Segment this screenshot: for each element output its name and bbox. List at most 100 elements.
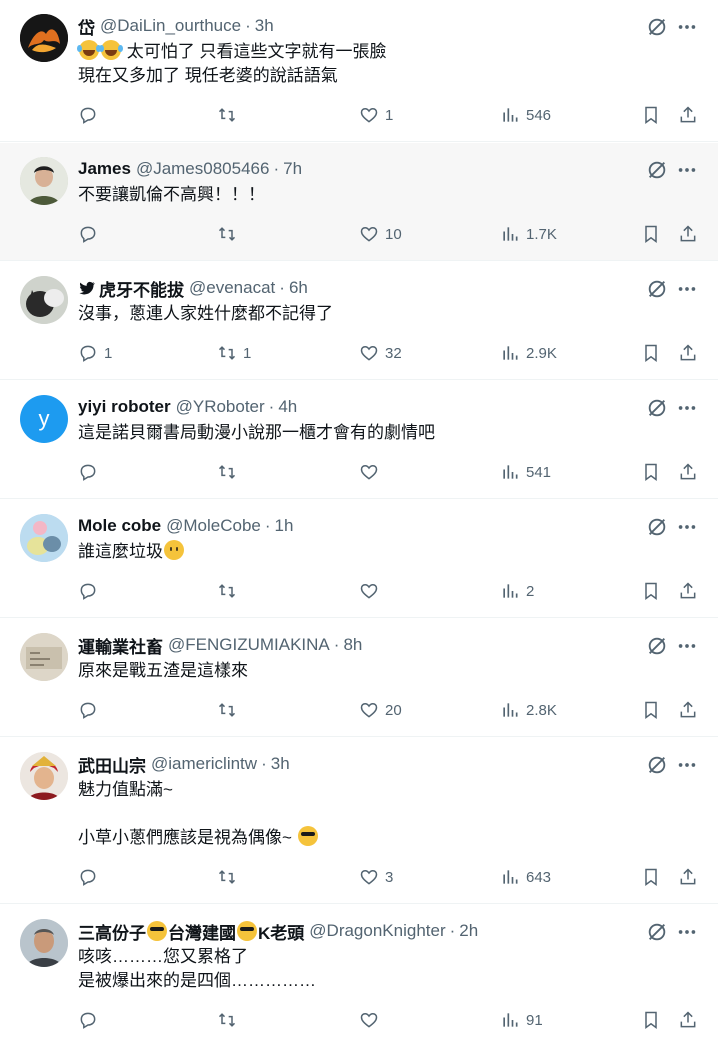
retweet-button[interactable]: 1 bbox=[217, 342, 251, 364]
tweet-reply[interactable]: 武田山宗 @iamericlintw · 3h 魅力值點滿~ 小草小蔥們應該是視… bbox=[0, 738, 718, 904]
more-icon[interactable] bbox=[676, 516, 698, 538]
views-button[interactable]: 541 bbox=[500, 461, 551, 483]
grok-icon[interactable] bbox=[646, 16, 668, 38]
bookmark-button[interactable] bbox=[641, 699, 667, 721]
avatar[interactable] bbox=[20, 157, 68, 205]
share-button[interactable] bbox=[678, 866, 704, 888]
tweet-reply[interactable]: 岱 @DaiLin_ourthuce · 3h 太可怕了 只看這些文字就有一張臉… bbox=[0, 0, 718, 142]
bookmark-button[interactable] bbox=[641, 223, 667, 245]
tweet-reply[interactable]: Mole cobe @MoleCobe · 1h 誰這麼垃圾 2 bbox=[0, 500, 718, 618]
grok-icon[interactable] bbox=[646, 516, 668, 538]
share-button[interactable] bbox=[678, 1009, 704, 1031]
views-button[interactable]: 2.8K bbox=[500, 699, 557, 721]
timestamp[interactable]: 8h bbox=[343, 635, 362, 655]
views-button[interactable]: 1.7K bbox=[500, 223, 557, 245]
more-icon[interactable] bbox=[676, 754, 698, 776]
views-button[interactable]: 2.9K bbox=[500, 342, 557, 364]
user-handle[interactable]: @YRoboter bbox=[176, 397, 265, 417]
bookmark-button[interactable] bbox=[641, 580, 667, 602]
retweet-button[interactable] bbox=[217, 104, 243, 126]
retweet-button[interactable] bbox=[217, 866, 243, 888]
avatar[interactable] bbox=[20, 276, 68, 324]
grok-icon[interactable] bbox=[646, 921, 668, 943]
timestamp[interactable]: 1h bbox=[275, 516, 294, 536]
more-icon[interactable] bbox=[676, 278, 698, 300]
bookmark-button[interactable] bbox=[641, 866, 667, 888]
retweet-button[interactable] bbox=[217, 1009, 243, 1031]
grok-icon[interactable] bbox=[646, 754, 668, 776]
like-button[interactable]: 1 bbox=[359, 104, 393, 126]
more-icon[interactable] bbox=[676, 635, 698, 657]
tweet-reply[interactable]: 運輸業社畜 @FENGIZUMIAKINA · 8h 原來是戰五渣是這樣來 20… bbox=[0, 619, 718, 737]
share-button[interactable] bbox=[678, 104, 704, 126]
like-button[interactable]: 20 bbox=[359, 699, 402, 721]
reply-button[interactable] bbox=[78, 580, 104, 602]
bookmark-button[interactable] bbox=[641, 342, 667, 364]
reply-button[interactable] bbox=[78, 104, 104, 126]
more-icon[interactable] bbox=[676, 159, 698, 181]
avatar[interactable] bbox=[20, 633, 68, 681]
avatar[interactable] bbox=[20, 514, 68, 562]
display-name[interactable]: yiyi roboter bbox=[78, 397, 171, 417]
more-icon[interactable] bbox=[676, 921, 698, 943]
user-handle[interactable]: @MoleCobe bbox=[166, 516, 261, 536]
reply-button[interactable] bbox=[78, 699, 104, 721]
grok-icon[interactable] bbox=[646, 278, 668, 300]
display-name[interactable]: James bbox=[78, 159, 131, 179]
grok-icon[interactable] bbox=[646, 397, 668, 419]
timestamp[interactable]: 3h bbox=[255, 16, 274, 36]
retweet-button[interactable] bbox=[217, 461, 243, 483]
display-name[interactable]: 運輸業社畜 bbox=[78, 633, 163, 658]
grok-icon[interactable] bbox=[646, 159, 668, 181]
tweet-reply[interactable]: y yiyi roboter @YRoboter · 4h 這是諾貝爾書局動漫小… bbox=[0, 381, 718, 499]
like-button[interactable] bbox=[359, 461, 385, 483]
views-button[interactable]: 2 bbox=[500, 580, 534, 602]
more-icon[interactable] bbox=[676, 16, 698, 38]
user-handle[interactable]: @James0805466 bbox=[136, 159, 270, 179]
bookmark-button[interactable] bbox=[641, 1009, 667, 1031]
timestamp[interactable]: 6h bbox=[289, 278, 308, 298]
views-button[interactable]: 546 bbox=[500, 104, 551, 126]
share-button[interactable] bbox=[678, 699, 704, 721]
avatar[interactable]: y bbox=[20, 395, 68, 443]
tweet-reply[interactable]: 三高份子 台灣建國 K老頭 @DragonKnighter · 2h 咳咳………您又… bbox=[0, 905, 718, 1048]
display-name[interactable]: 虎牙不能拔 bbox=[78, 276, 184, 301]
timestamp[interactable]: 2h bbox=[459, 921, 478, 941]
grok-icon[interactable] bbox=[646, 635, 668, 657]
timestamp[interactable]: 4h bbox=[278, 397, 297, 417]
like-button[interactable] bbox=[359, 580, 385, 602]
timestamp[interactable]: 7h bbox=[283, 159, 302, 179]
reply-button[interactable] bbox=[78, 461, 104, 483]
retweet-button[interactable] bbox=[217, 580, 243, 602]
tweet-reply[interactable]: 虎牙不能拔 @evenacat · 6h 沒事，蔥連人家姓什麼都不記得了 1 1… bbox=[0, 262, 718, 380]
like-button[interactable]: 3 bbox=[359, 866, 393, 888]
more-icon[interactable] bbox=[676, 397, 698, 419]
like-button[interactable] bbox=[359, 1009, 385, 1031]
share-button[interactable] bbox=[678, 580, 704, 602]
reply-button[interactable] bbox=[78, 1009, 104, 1031]
share-button[interactable] bbox=[678, 461, 704, 483]
avatar[interactable] bbox=[20, 919, 68, 967]
user-handle[interactable]: @evenacat bbox=[189, 278, 275, 298]
share-button[interactable] bbox=[678, 342, 704, 364]
avatar[interactable] bbox=[20, 14, 68, 62]
like-button[interactable]: 10 bbox=[359, 223, 402, 245]
reply-button[interactable] bbox=[78, 223, 104, 245]
user-handle[interactable]: @iamericlintw bbox=[151, 754, 257, 774]
display-name[interactable]: Mole cobe bbox=[78, 516, 161, 536]
user-handle[interactable]: @DaiLin_ourthuce bbox=[100, 16, 241, 36]
retweet-button[interactable] bbox=[217, 223, 243, 245]
like-button[interactable]: 32 bbox=[359, 342, 402, 364]
user-handle[interactable]: @FENGIZUMIAKINA bbox=[168, 635, 330, 655]
retweet-button[interactable] bbox=[217, 699, 243, 721]
display-name[interactable]: 武田山宗 bbox=[78, 752, 146, 777]
views-button[interactable]: 91 bbox=[500, 1009, 543, 1031]
timestamp[interactable]: 3h bbox=[271, 754, 290, 774]
reply-button[interactable]: 1 bbox=[78, 342, 112, 364]
display-name[interactable]: 岱 bbox=[78, 14, 95, 39]
bookmark-button[interactable] bbox=[641, 104, 667, 126]
display-name[interactable]: 三高份子 台灣建國 K老頭 bbox=[78, 919, 304, 944]
reply-button[interactable] bbox=[78, 866, 104, 888]
bookmark-button[interactable] bbox=[641, 461, 667, 483]
share-button[interactable] bbox=[678, 223, 704, 245]
